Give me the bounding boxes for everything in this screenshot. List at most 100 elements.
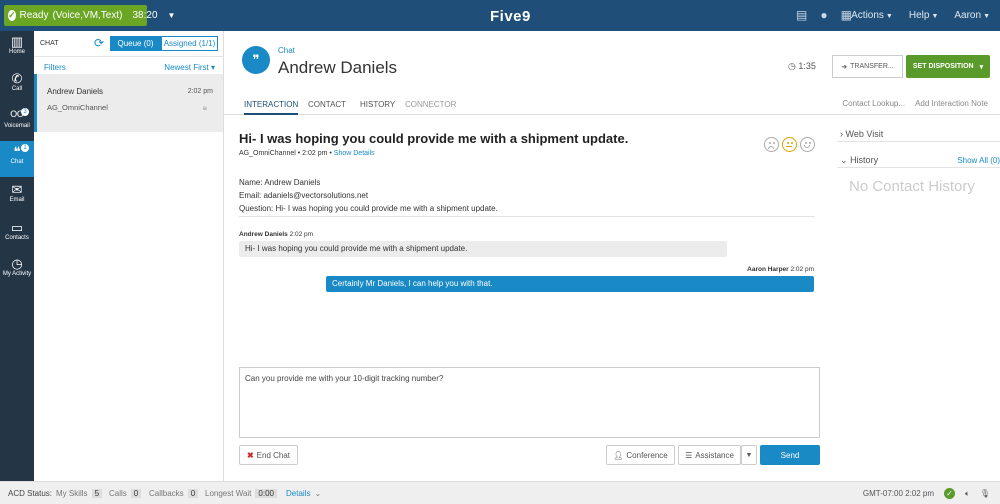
- info-label: Email:: [239, 191, 262, 200]
- actions-menu-label: Actions: [851, 10, 884, 21]
- set-disposition-button[interactable]: SET DISPOSITION ▾: [906, 55, 990, 78]
- nav-my-activity-label: My Activity: [2, 271, 32, 277]
- callbacks-label: Callbacks: [149, 489, 184, 498]
- info-value: adaniels@vectorsolutions.net: [263, 191, 369, 200]
- list-item-time: 2:02 pm: [187, 88, 213, 95]
- interaction-subject: Hi- I was hoping you could provide me wi…: [239, 131, 629, 146]
- contact-lookup-link[interactable]: Contact Lookup...: [842, 99, 905, 108]
- assigned-tab[interactable]: Assigned (1/1): [161, 36, 218, 51]
- actions-menu[interactable]: Actions ▼: [851, 10, 893, 21]
- interaction-time: 2:02 pm: [302, 150, 328, 157]
- interaction-duration: 1:35: [798, 61, 816, 71]
- assistance-dropdown-button[interactable]: ▼: [741, 445, 757, 465]
- chat-list-title: CHAT: [40, 40, 59, 47]
- check-icon: ✓: [8, 10, 16, 21]
- details-link[interactable]: Details: [286, 489, 310, 498]
- sad-face-icon[interactable]: [764, 137, 779, 152]
- nav-home[interactable]: ▥ Home: [0, 31, 34, 67]
- neutral-face-icon[interactable]: [782, 137, 797, 152]
- clock-icon: ◷: [11, 256, 23, 271]
- nav-voicemail[interactable]: 3 ᴼᴼ Voicemail: [0, 105, 34, 141]
- customer-message: Hi- I was hoping you could provide me wi…: [239, 241, 727, 257]
- longest-wait-value: 0:00: [255, 489, 277, 498]
- nav-chat[interactable]: 1 ❝ Chat: [0, 141, 34, 177]
- nav-my-activity[interactable]: ◷ My Activity: [0, 253, 34, 289]
- set-disposition-label: SET DISPOSITION: [912, 63, 974, 70]
- queue-tab[interactable]: Queue (0): [110, 36, 161, 51]
- folder-icon: ▭: [10, 220, 24, 235]
- add-interaction-note-link[interactable]: Add Interaction Note: [915, 99, 988, 108]
- contact-info: Name: Andrew Daniels Email: adaniels@vec…: [239, 176, 498, 215]
- nav-email-label: Email: [9, 197, 25, 203]
- arrow-right-icon: ➜: [841, 63, 848, 71]
- send-button[interactable]: Send: [760, 445, 820, 465]
- nav-call[interactable]: ✆ Call: [0, 68, 34, 104]
- refresh-icon[interactable]: ⟳: [94, 36, 104, 50]
- envelope-icon: ✉: [11, 182, 23, 197]
- callbacks-count: 0: [187, 489, 199, 498]
- assistance-label: Assistance: [695, 450, 734, 460]
- longest-wait-label: Longest Wait: [205, 489, 252, 498]
- list-item-name: Andrew Daniels: [47, 87, 104, 96]
- timezone-time: GMT-07:00 2:02 pm: [862, 489, 935, 498]
- tab-contact[interactable]: CONTACT: [308, 100, 346, 109]
- assistance-button[interactable]: ☰ Assistance: [678, 445, 741, 465]
- tab-connector[interactable]: CONNECTOR: [405, 100, 456, 109]
- interaction-type: Chat: [278, 46, 295, 55]
- nav-contacts[interactable]: ▭ Contacts: [0, 217, 34, 253]
- agent-state-timer: 38:20: [132, 10, 158, 21]
- info-label: Question:: [239, 204, 274, 213]
- caret-down-icon: ▼: [745, 451, 753, 459]
- user-menu[interactable]: Aaron ▼: [954, 10, 990, 21]
- transfer-button[interactable]: ➜ TRANSFER...: [832, 55, 903, 78]
- list-item[interactable]: Andrew Daniels 2:02 pm AG_OmniChannel 🔒︎: [34, 74, 223, 132]
- calls-count: 0: [130, 489, 142, 498]
- calls-label: Calls: [109, 489, 127, 498]
- end-chat-button[interactable]: ✖ End Chat: [239, 445, 298, 465]
- sort-label: Newest First: [164, 63, 209, 72]
- nav-email[interactable]: ✉ Email: [0, 179, 34, 215]
- end-chat-label: End Chat: [256, 450, 291, 460]
- happy-face-icon[interactable]: [800, 137, 815, 152]
- help-menu[interactable]: Help ▼: [909, 10, 939, 21]
- show-all-link[interactable]: Show All (0): [957, 156, 1000, 165]
- history-section[interactable]: ⌄ History Show All (0): [837, 148, 1000, 168]
- top-bar: ✓ Ready (Voice,VM,Text) 38:20 ▼ Five9 ▤ …: [0, 0, 1000, 31]
- nav-chat-label: Chat: [10, 159, 24, 165]
- lock-icon: 🔒︎: [202, 103, 207, 112]
- five9-logo: Five9: [490, 8, 531, 25]
- tab-history[interactable]: HISTORY: [360, 100, 395, 109]
- agent-state-button[interactable]: ✓ Ready (Voice,VM,Text) 38:20 ▼: [4, 5, 175, 26]
- book-icon[interactable]: ▤: [796, 8, 807, 22]
- left-nav: ▥ Home ✆ Call 3 ᴼᴼ Voicemail 1 ❝ Chat ✉ …: [0, 31, 34, 481]
- microphone-icon[interactable]: 🎙︎: [980, 489, 990, 498]
- message-time: 2:02 pm: [790, 266, 815, 273]
- info-value: Hi- I was hoping you could provide me wi…: [275, 204, 498, 213]
- info-label: Name:: [239, 178, 263, 187]
- status-bar: ACD Status: My Skills 5 Calls 0 Callback…: [0, 481, 1000, 504]
- chat-compose-input[interactable]: Can you provide me with your 10-digit tr…: [239, 367, 820, 438]
- phone-icon: ✆: [11, 71, 23, 86]
- agent-state-label: Ready: [19, 10, 49, 21]
- chat-list-panel: CHAT ⟳ Queue (0) Assigned (1/1) Filters …: [34, 31, 224, 481]
- acd-status-label: ACD Status:: [8, 489, 53, 498]
- message-sender: Aaron Harper: [747, 266, 789, 273]
- speech-bubble-icon[interactable]: ●: [820, 8, 827, 22]
- conference-button[interactable]: 👤︎ Conference: [606, 445, 675, 465]
- help-menu-label: Help: [908, 10, 930, 21]
- show-details-link[interactable]: Show Details: [334, 150, 375, 157]
- connected-icon: ✓: [944, 488, 956, 499]
- web-visit-section[interactable]: › Web Visit: [837, 122, 1000, 142]
- info-row: Email: adaniels@vectorsolutions.net: [239, 189, 498, 202]
- filters-link[interactable]: Filters: [44, 63, 66, 72]
- web-visit-label: Web Visit: [845, 129, 884, 139]
- nav-contacts-label: Contacts: [5, 235, 29, 241]
- speaker-icon[interactable]: 🔈︎: [965, 489, 970, 499]
- chevron-down-icon: ▼: [167, 11, 176, 20]
- tab-interaction[interactable]: INTERACTION: [244, 100, 299, 115]
- nav-home-label: Home: [8, 49, 25, 55]
- divider: [239, 216, 815, 217]
- sort-dropdown[interactable]: Newest First ▾: [164, 63, 215, 72]
- customer-message-header: Andrew Daniels 2:02 pm: [239, 231, 313, 238]
- nav-voicemail-label: Voicemail: [4, 123, 30, 129]
